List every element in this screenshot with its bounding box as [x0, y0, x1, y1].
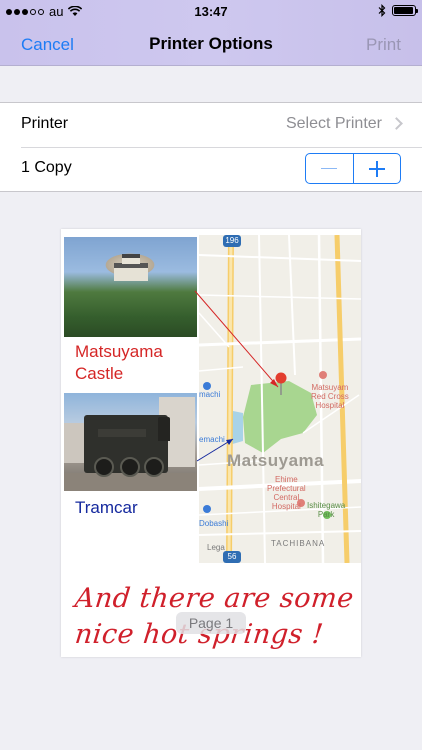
print-preview-page[interactable]: 196 56 machi emachi Matsuyama Matsuyam R… — [61, 229, 361, 657]
select-printer-value: Select Printer — [285, 115, 382, 132]
copies-stepper — [305, 153, 401, 184]
handwritten-note-line-1: And there are some — [73, 583, 356, 614]
page-number-badge: Page 1 — [176, 612, 246, 634]
plus-icon — [368, 160, 385, 177]
nav-bar: Cancel Printer Options Print — [0, 24, 422, 66]
printer-label: Printer — [21, 115, 69, 132]
decrement-button[interactable] — [306, 154, 353, 183]
bluetooth-icon — [378, 4, 386, 17]
increment-button[interactable] — [352, 154, 401, 183]
status-right — [378, 4, 418, 17]
status-bar: au 13:47 — [0, 0, 422, 24]
print-button[interactable]: Print — [366, 35, 401, 55]
battery-icon — [392, 5, 418, 16]
printer-options-table: Printer Select Printer 1 Copy — [0, 102, 422, 192]
chevron-right-icon — [390, 117, 403, 130]
copies-label: 1 Copy — [21, 159, 72, 176]
copies-row: 1 Copy — [0, 147, 422, 191]
castle-arrow — [194, 290, 279, 388]
printer-row[interactable]: Printer Select Printer — [0, 103, 422, 147]
page-title: Printer Options — [149, 34, 273, 53]
status-time: 13:47 — [194, 4, 228, 19]
minus-icon — [321, 167, 338, 170]
